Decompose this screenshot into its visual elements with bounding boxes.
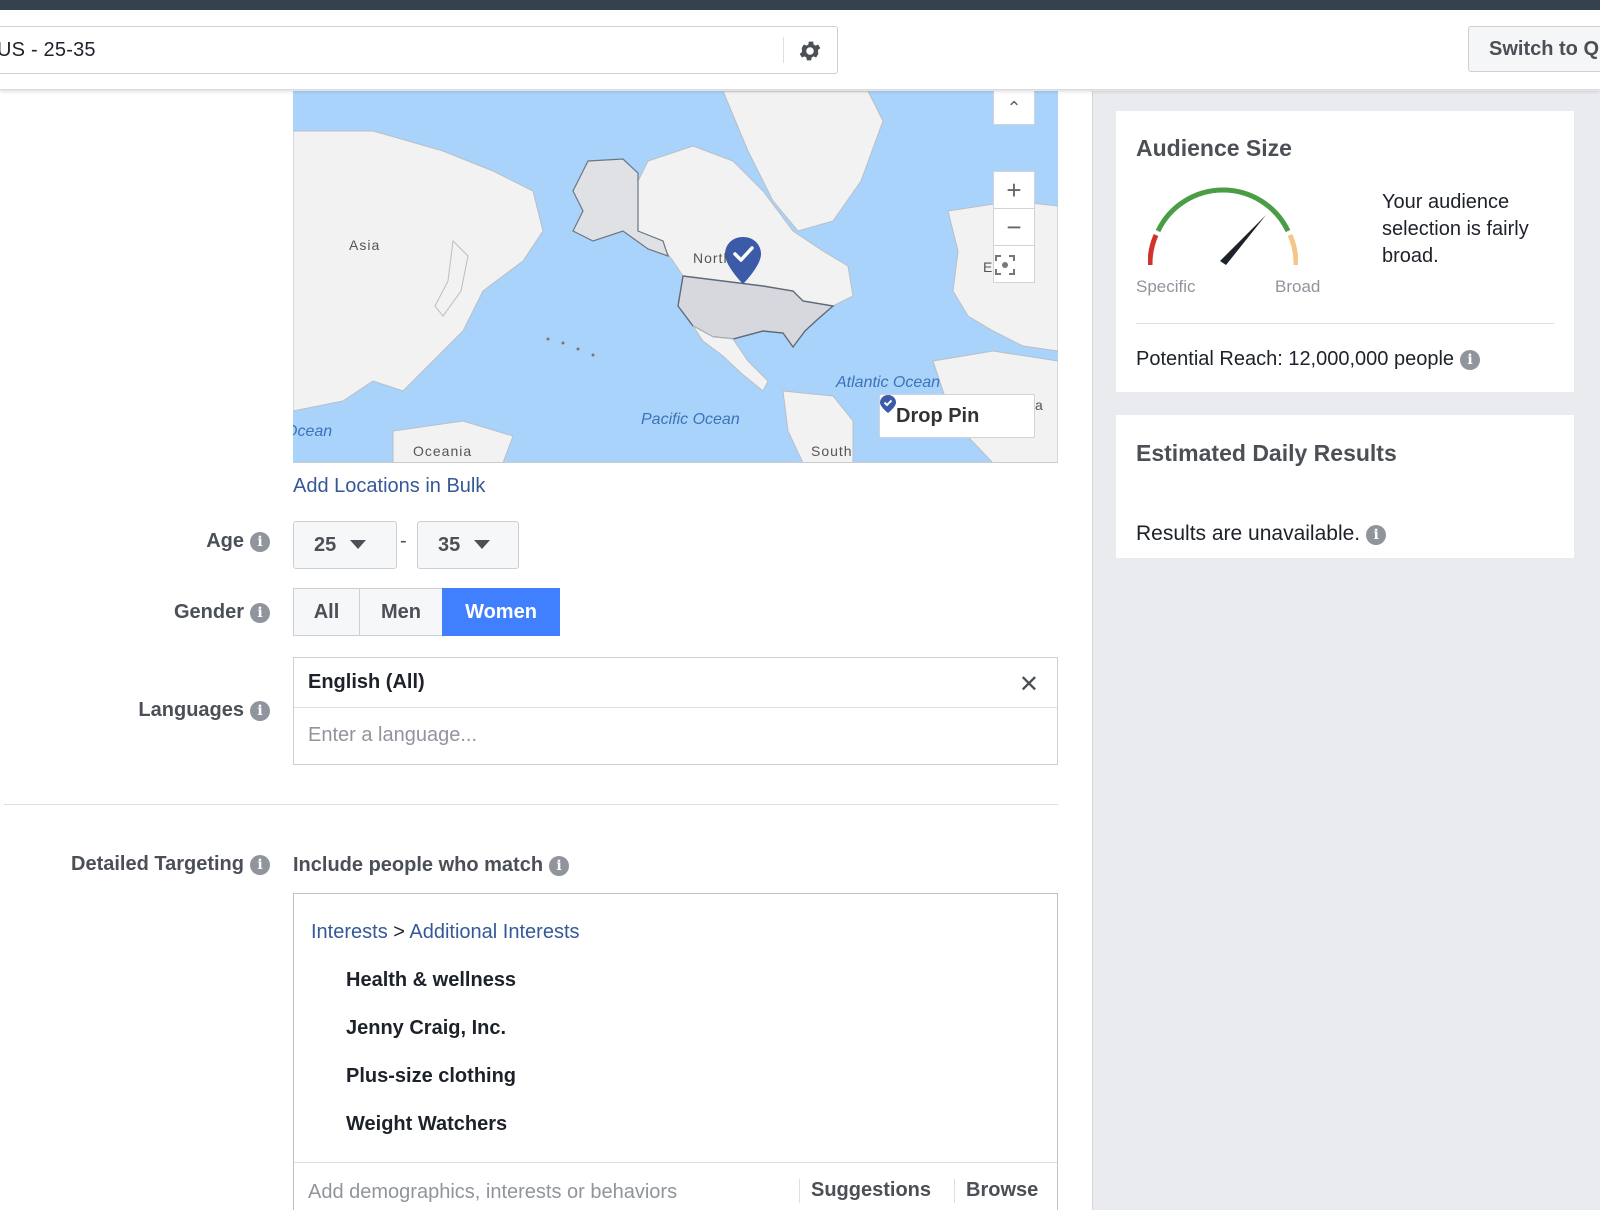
breadcrumb: Interests > Additional Interests (311, 921, 580, 944)
map-label-north-america: North America (693, 251, 729, 265)
map-label-pacific: Pacific Ocean (641, 411, 740, 428)
location-pin-icon (880, 395, 896, 413)
info-icon[interactable]: i (1366, 525, 1387, 545)
map-asia (293, 130, 544, 412)
card-divider (1136, 323, 1554, 324)
drop-pin-button[interactable]: Drop Pin (879, 394, 1035, 438)
gear-icon[interactable] (797, 38, 823, 64)
info-icon[interactable]: i (1460, 350, 1481, 370)
suggestions-button[interactable]: Suggestions (811, 1179, 931, 1202)
age-min-value: 25 (314, 534, 337, 556)
potential-reach: Potential Reach: 12,000,000 people i (1136, 348, 1481, 371)
info-icon[interactable]: i (250, 701, 270, 721)
map-collapse-button[interactable]: ⌃ (993, 91, 1035, 125)
languages-label: Languages i (0, 699, 270, 722)
info-icon[interactable]: i (250, 855, 270, 875)
daily-results-message: Results are unavailable. i (1136, 522, 1387, 546)
chevron-down-icon (474, 540, 491, 549)
input-divider (954, 1179, 955, 1203)
map-label-oceania: Oceania (413, 443, 473, 459)
switch-view-button[interactable]: Switch to Q (1468, 26, 1600, 72)
daily-results-title: Estimated Daily Results (1136, 440, 1397, 466)
browse-button[interactable]: Browse (966, 1179, 1038, 1202)
map-label-africa: a (1035, 397, 1044, 413)
chevron-down-icon (350, 540, 367, 549)
audience-size-card: Audience Size Specific Broad Your audien… (1116, 111, 1574, 392)
daily-results-message-text: Results are unavailable. (1136, 522, 1361, 545)
zoom-out-button[interactable]: − (993, 208, 1035, 246)
fullscreen-icon (995, 255, 1015, 275)
breadcrumb-interests[interactable]: Interests (311, 921, 388, 943)
map-label-ocean-left: Ocean (293, 423, 333, 440)
fullscreen-button[interactable] (993, 245, 1035, 283)
language-token: English (All) ✕ (294, 658, 1057, 708)
input-separator (783, 37, 784, 63)
map-label-atlantic: Atlantic Ocean (836, 374, 941, 391)
section-divider (4, 804, 1058, 805)
gender-segmented-control: All Men Women (293, 588, 560, 636)
detailed-targeting-box: Interests > Additional Interests Health … (293, 893, 1058, 1210)
map-label-europe: E (983, 259, 994, 275)
targeting-search-input[interactable]: Add demographics, interests or behaviors (308, 1181, 677, 1204)
include-people-title: Include people who match i (293, 854, 570, 877)
age-max-select[interactable]: 35 (417, 521, 519, 569)
breadcrumb-additional-interests[interactable]: Additional Interests (409, 921, 579, 943)
gauge-min-label: Specific (1136, 277, 1196, 296)
close-icon[interactable]: ✕ (1019, 670, 1039, 699)
location-map[interactable]: Asia North America E Oceania South a Oce… (293, 91, 1058, 463)
info-icon[interactable]: i (549, 856, 570, 876)
gender-option-all[interactable]: All (293, 588, 360, 636)
interest-item[interactable]: Health & wellness (346, 969, 516, 992)
daily-results-card: Estimated Daily Results Results are unav… (1116, 415, 1574, 558)
language-token-label: English (All) (308, 671, 425, 693)
age-separator: - (400, 530, 407, 552)
age-min-select[interactable]: 25 (293, 521, 397, 569)
gauge-needle (1220, 215, 1266, 265)
detailed-targeting-label: Detailed Targeting i (0, 853, 270, 876)
interest-item[interactable]: Weight Watchers (346, 1113, 507, 1136)
add-locations-bulk-link[interactable]: Add Locations in Bulk (293, 475, 485, 498)
gender-option-women[interactable]: Women (442, 588, 560, 636)
language-input[interactable]: Enter a language... (308, 724, 477, 747)
age-label: Age i (0, 530, 270, 553)
map-label-south: South (811, 443, 853, 459)
audience-name-value: US - 25-35 (0, 39, 96, 61)
info-icon[interactable]: i (250, 532, 270, 552)
audience-description: Your audience selection is fairly broad. (1382, 191, 1529, 267)
potential-reach-text: Potential Reach: 12,000,000 people (1136, 348, 1455, 370)
interest-item[interactable]: Jenny Craig, Inc. (346, 1017, 506, 1040)
input-divider (799, 1179, 800, 1203)
age-label-text: Age (206, 530, 244, 552)
languages-label-text: Languages (138, 699, 244, 721)
languages-field: English (All) ✕ Enter a language... (293, 657, 1058, 765)
header-bar: US - 25-35 Switch to Q (0, 10, 1600, 90)
zoom-in-button[interactable]: + (993, 171, 1035, 209)
gender-label: Gender i (0, 601, 270, 624)
audience-gauge (1148, 187, 1298, 266)
breadcrumb-separator: > (393, 921, 405, 943)
audience-name-input[interactable]: US - 25-35 (0, 26, 838, 74)
interest-item[interactable]: Plus-size clothing (346, 1065, 516, 1088)
detailed-targeting-label-text: Detailed Targeting (71, 853, 244, 875)
gauge-max-label: Broad (1275, 277, 1321, 296)
gender-label-text: Gender (173, 601, 244, 623)
age-max-value: 35 (438, 534, 461, 556)
gender-option-men[interactable]: Men (359, 588, 443, 636)
include-people-text: Include people who match (293, 854, 544, 876)
window-top-strip (0, 0, 1600, 10)
audience-size-title: Audience Size (1136, 135, 1292, 161)
map-label-asia: Asia (349, 237, 381, 253)
targeting-input-row: Add demographics, interests or behaviors… (294, 1162, 1057, 1210)
info-icon[interactable]: i (250, 603, 270, 623)
drop-pin-label: Drop Pin (896, 405, 980, 427)
